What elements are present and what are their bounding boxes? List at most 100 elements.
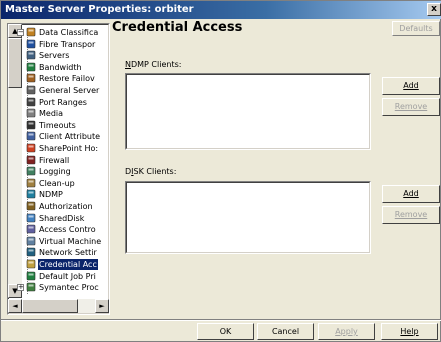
ndmp-add-label: Add [403,81,419,90]
tree-item[interactable]: Symantec Proc + [17,282,109,293]
tree-item-label: Bandwidth [39,62,82,72]
tree-item[interactable]: Fibre Transpor [26,39,109,50]
tree-item-label: Virtual Machine [39,236,102,246]
tree-item-label: NDMP [39,190,63,200]
tree-item[interactable]: Servers [26,50,109,61]
tree-item-label: General Server [39,86,100,95]
disk-remove-button[interactable]: Remove [382,206,440,224]
media-icon [26,108,36,118]
tree-item-label: Credential Acc [38,259,98,270]
tree-item-label: Port Ranges [39,97,87,107]
tree-item[interactable]: SharePoint Ho: [26,143,109,154]
ok-button[interactable]: OK [197,323,254,340]
tree-item[interactable]: Bandwidth [26,62,109,73]
tree-item[interactable]: Data Classifica − [17,27,109,38]
tree-item[interactable]: Logging [26,166,109,177]
tree-item-label: SharedDisk [39,213,85,223]
tree-item[interactable]: Credential Acc [26,259,109,270]
tree-item[interactable]: Clean-up [26,178,109,189]
ndmp-label-text: DMP Clients: [130,60,182,69]
tree-item-label: Authorization [39,202,93,211]
firewall-icon [26,155,36,165]
tree-item[interactable]: Authorization [26,201,109,212]
tree-item[interactable]: Timeouts [26,120,109,131]
tree-item-label: Restore Failov [39,74,95,84]
expand-icon[interactable]: + [17,284,24,292]
clean-up-icon [26,178,36,188]
tree-item-label: SharePoint Ho: [39,144,99,153]
network-settings-icon [26,247,36,257]
vertical-scroll-thumb[interactable] [8,38,22,88]
general-server-icon [26,85,36,95]
horizontal-scroll-thumb[interactable] [22,299,78,313]
access-control-icon [26,224,36,234]
sharepoint-icon [26,143,36,153]
tree-item[interactable]: Restore Failov [26,73,109,84]
client-attributes-icon [26,131,36,141]
window-title: Master Server Properties: orbiter [5,4,194,15]
tree-item-label: Timeouts [39,120,76,130]
logging-icon [26,166,36,176]
collapse-icon[interactable]: − [17,29,24,36]
defaults-button[interactable]: Defaults [392,21,440,36]
help-button[interactable]: Help [381,323,438,340]
servers-icon [26,50,36,60]
ndmp-clients-list[interactable] [125,73,371,150]
timeouts-icon [26,120,36,130]
tree-item-label: Data Classifica [39,28,99,37]
tree-horizontal-scrollbar[interactable]: ◄ ► [8,299,109,313]
ndmp-add-button[interactable]: Add [382,77,440,95]
tree-item-label: Access Contro [39,225,96,235]
tree-item-label: Client Attribute [39,132,101,142]
tree-item-label: Symantec Proc [39,283,99,293]
tree-item[interactable]: Default Job Pri [26,271,109,282]
dialog-window: Master Server Properties: orbiter x ▲ ▼ … [0,0,441,342]
tree-item[interactable]: Port Ranges [26,97,109,108]
page-title: Credential Access [112,20,243,35]
tree-item-label: Default Job Pri [39,271,96,281]
tree-item[interactable]: Virtual Machine [26,236,109,247]
ndmp-clients-label: NDMP Clients: [125,60,181,69]
close-button[interactable]: x [427,3,441,16]
scroll-right-arrow-icon[interactable]: ► [95,299,109,313]
tree-item[interactable]: Firewall [26,155,109,166]
disk-clients-list[interactable] [125,181,371,254]
settings-tree[interactable]: ▲ ▼ Data Classifica − Fibre Transpor Server… [7,23,110,315]
apply-button[interactable]: Apply [318,323,375,340]
virtual-machine-icon [26,236,36,246]
disk-remove-label: Remove [394,210,428,219]
help-label: Help [400,327,419,336]
tree-item-label: Firewall [39,155,70,165]
symantec-products-icon [26,282,36,292]
tree-item[interactable]: Client Attribute [26,131,109,142]
port-ranges-icon [26,97,36,107]
tree-item[interactable]: SharedDisk [26,213,109,224]
footer-divider [1,319,441,321]
apply-label: Apply [335,327,358,336]
ndmp-remove-button[interactable]: Remove [382,98,440,116]
data-classification-icon [26,27,36,37]
tree-item[interactable]: NDMP [26,189,109,200]
tree-item[interactable]: Network Settir [26,247,109,258]
ndmp-icon [26,189,36,199]
disk-add-label: Add [403,189,419,198]
tree-item-label: Logging [39,167,71,177]
tree-item-label: Media [39,109,64,119]
credential-access-icon [26,259,36,269]
disk-add-button[interactable]: Add [382,185,440,203]
cancel-button[interactable]: Cancel [257,323,314,340]
disk-label-text: SK Clients: [133,167,177,176]
authorization-icon [26,201,36,211]
shared-disk-icon [26,213,36,223]
default-job-priority-icon [26,271,36,281]
tree-vertical-scrollbar[interactable]: ▲ ▼ [8,24,22,298]
tree-item[interactable]: Media [26,108,109,119]
tree-item[interactable]: Access Contro [26,224,109,235]
restore-failover-icon [26,73,36,83]
ndmp-remove-label: Remove [394,102,428,111]
tree-item-label: Servers [39,51,70,61]
scroll-left-arrow-icon[interactable]: ◄ [8,299,22,313]
title-bar[interactable]: Master Server Properties: orbiter x [1,1,441,19]
tree-item[interactable]: General Server [26,85,109,96]
tree-item-label: Fibre Transpor [39,39,96,49]
